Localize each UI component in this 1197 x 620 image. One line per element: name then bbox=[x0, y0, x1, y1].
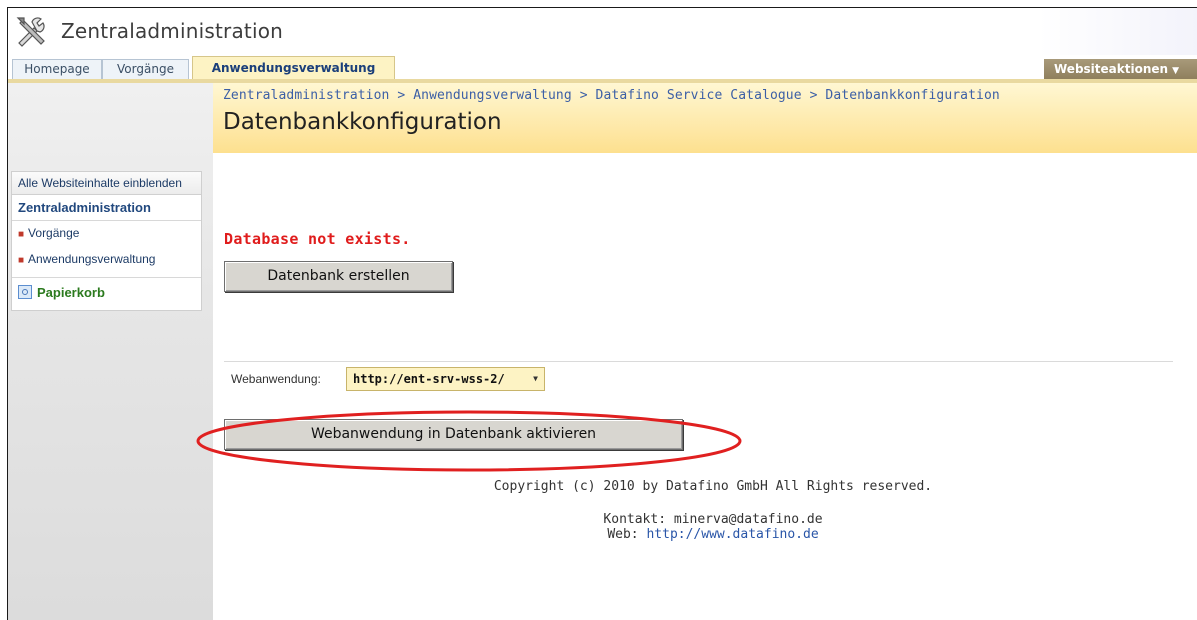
quicklaunch-divider bbox=[12, 277, 201, 284]
site-actions-label: Websiteaktionen bbox=[1054, 62, 1169, 76]
bullet-icon: ■ bbox=[18, 255, 25, 266]
tab-homepage[interactable]: Homepage bbox=[12, 59, 102, 79]
title-bar: Zentraladministration bbox=[8, 8, 1197, 55]
copyright-text: Copyright (c) 2010 by Datafino GmbH All … bbox=[493, 479, 933, 494]
browser-frame: Zentraladministration Homepage Vorgänge … bbox=[7, 7, 1197, 620]
recycle-bin-icon bbox=[18, 285, 32, 299]
page-title: Datenbankkonfiguration bbox=[223, 109, 502, 135]
top-nav-tabs: Homepage Vorgänge Anwendungsverwaltung W… bbox=[8, 55, 1197, 83]
quicklaunch-item-vorgaenge[interactable]: ■ Vorgänge bbox=[12, 221, 201, 247]
app-title: Zentraladministration bbox=[61, 19, 284, 43]
website-link[interactable]: http://www.datafino.de bbox=[646, 527, 818, 542]
quicklaunch-item-label: Anwendungsverwaltung bbox=[28, 252, 156, 266]
bullet-icon: ■ bbox=[18, 229, 25, 240]
activate-webapp-button[interactable]: Webanwendung in Datenbank aktivieren bbox=[224, 419, 683, 450]
breadcrumb[interactable]: Zentraladministration > Anwendungsverwal… bbox=[223, 88, 1000, 103]
recycle-bin-link[interactable]: Papierkorb bbox=[12, 284, 201, 310]
web-line: Web: http://www.datafino.de bbox=[438, 527, 988, 542]
tab-vorgaenge[interactable]: Vorgänge bbox=[102, 59, 189, 79]
contact-email: Kontakt: minerva@datafino.de bbox=[603, 512, 823, 527]
webapp-select-value: http://ent-srv-wss-2/ bbox=[353, 372, 505, 386]
quicklaunch-heading[interactable]: Zentraladministration bbox=[12, 195, 201, 221]
create-database-button[interactable]: Datenbank erstellen bbox=[224, 261, 453, 292]
recycle-bin-label: Papierkorb bbox=[37, 285, 105, 300]
tools-icon bbox=[16, 17, 45, 47]
view-all-site-content-link[interactable]: Alle Websiteinhalte einblenden bbox=[12, 172, 201, 195]
site-actions-menu[interactable]: Websiteaktionen ▼ bbox=[1044, 59, 1197, 79]
web-prefix: Web: bbox=[607, 527, 647, 542]
error-message: Database not exists. bbox=[224, 230, 411, 248]
chevron-down-icon: ▼ bbox=[1172, 66, 1179, 76]
title-bar-fade bbox=[1038, 8, 1197, 55]
chevron-down-icon: ▼ bbox=[533, 374, 538, 383]
quicklaunch-item-label: Vorgänge bbox=[28, 226, 80, 240]
tab-anwendungsverwaltung[interactable]: Anwendungsverwaltung bbox=[192, 56, 395, 79]
page-header: Zentraladministration > Anwendungsverwal… bbox=[213, 83, 1197, 153]
quick-launch: Alle Websiteinhalte einblenden Zentralad… bbox=[11, 171, 202, 311]
webapp-label: Webanwendung: bbox=[231, 372, 321, 386]
left-navigation: Alle Websiteinhalte einblenden Zentralad… bbox=[8, 83, 213, 620]
webapp-select[interactable]: http://ent-srv-wss-2/ ▼ bbox=[346, 367, 545, 391]
section-divider bbox=[224, 361, 1173, 362]
contact-info: Kontakt: minerva@datafino.de Web: http:/… bbox=[438, 512, 988, 542]
quicklaunch-item-anwendungsverwaltung[interactable]: ■ Anwendungsverwaltung bbox=[12, 247, 201, 273]
